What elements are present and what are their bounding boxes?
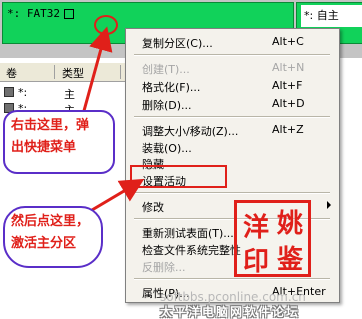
seal-stamp: 洋 姚 印 鉴 xyxy=(234,200,311,277)
callout-text: 然后点这里， xyxy=(11,214,90,229)
arrow-to-set-active xyxy=(91,178,145,212)
watermark-url: softbbs.pconline.com.cn xyxy=(160,290,306,304)
callout-text: 激活主分区 xyxy=(11,236,77,251)
callout-text: 出快捷菜单 xyxy=(11,140,77,155)
watermark-site: 太平洋电脑网软件论坛 xyxy=(160,305,301,319)
partition-manager-window: *: FAT32 *: 自主 卷 类型 *: 主 *: 主 复制分区(C)...… xyxy=(0,0,362,319)
stamp-char: 印 xyxy=(243,247,270,277)
stamp-char: 洋 xyxy=(243,213,270,243)
callout-set-active: 然后点这里， 激活主分区 xyxy=(3,206,103,268)
stamp-char: 鉴 xyxy=(277,245,304,275)
stamp-char: 姚 xyxy=(277,209,304,239)
callout-text: 右击这里，弹 xyxy=(11,118,90,133)
arrow-to-partition xyxy=(80,26,113,119)
callout-right-click: 右击这里，弹 出快捷菜单 xyxy=(3,110,115,174)
